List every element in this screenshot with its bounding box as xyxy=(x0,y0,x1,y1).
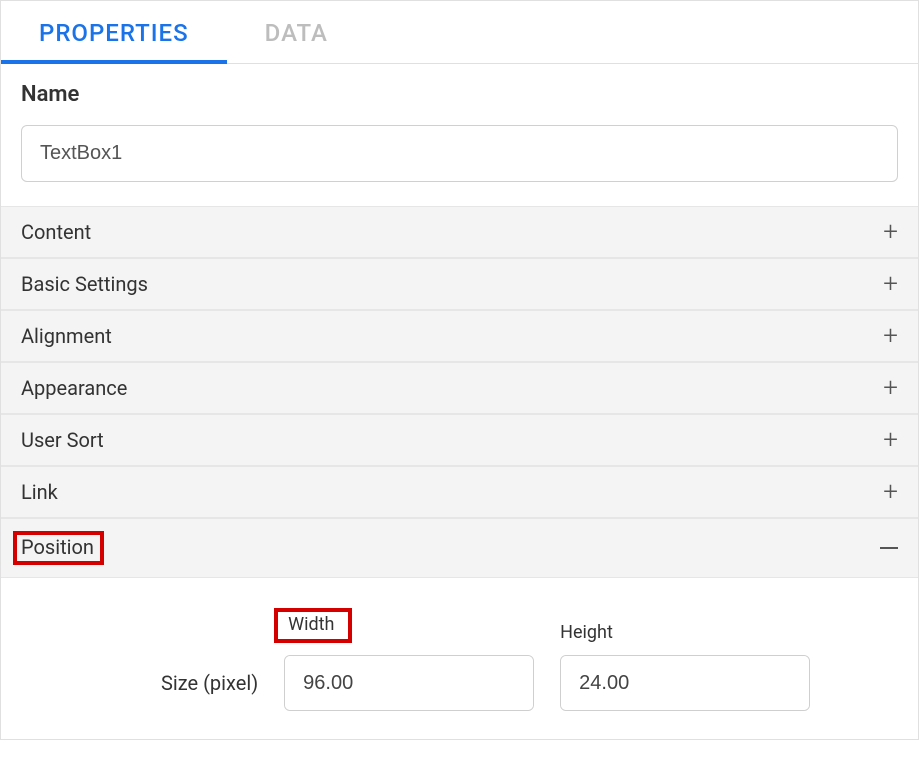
size-pixel-label: Size (pixel) xyxy=(161,671,258,711)
height-spinner xyxy=(560,655,810,711)
properties-panel: PROPERTIES DATA Name Content + Basic Set… xyxy=(0,0,919,740)
section-appearance: Appearance + xyxy=(1,362,918,414)
tab-data[interactable]: DATA xyxy=(227,1,366,63)
plus-icon: + xyxy=(883,271,898,297)
section-content-header[interactable]: Content + xyxy=(1,207,918,258)
width-label: Width xyxy=(274,608,352,643)
tab-bar: PROPERTIES DATA xyxy=(1,1,918,64)
minus-icon xyxy=(880,546,898,550)
section-appearance-header[interactable]: Appearance + xyxy=(1,363,918,414)
tab-properties[interactable]: PROPERTIES xyxy=(1,1,227,63)
section-link-header[interactable]: Link + xyxy=(1,467,918,518)
height-input[interactable] xyxy=(561,656,810,710)
section-link-label: Link xyxy=(21,480,58,504)
section-basic-settings-label: Basic Settings xyxy=(21,272,148,296)
section-alignment: Alignment + xyxy=(1,310,918,362)
plus-icon: + xyxy=(883,375,898,401)
section-position-header[interactable]: Position xyxy=(1,519,918,578)
name-section: Name xyxy=(1,64,918,206)
width-input[interactable] xyxy=(285,656,534,710)
position-body: Size (pixel) Width xyxy=(1,578,918,739)
width-label-wrap: Width xyxy=(274,608,534,643)
section-position-label: Position xyxy=(13,531,104,565)
section-appearance-label: Appearance xyxy=(21,376,127,400)
width-spinner xyxy=(284,655,534,711)
plus-icon: + xyxy=(883,323,898,349)
section-basic-settings-header[interactable]: Basic Settings + xyxy=(1,259,918,310)
section-position: Position Size (pixel) Width xyxy=(1,518,918,739)
section-content-label: Content xyxy=(21,220,91,244)
section-user-sort-label: User Sort xyxy=(21,428,104,452)
width-field: Width xyxy=(284,608,534,711)
name-input[interactable] xyxy=(21,125,898,182)
name-label: Name xyxy=(21,82,898,107)
section-content: Content + xyxy=(1,206,918,258)
height-field: Height xyxy=(560,622,810,711)
section-user-sort: User Sort + xyxy=(1,414,918,466)
section-alignment-header[interactable]: Alignment + xyxy=(1,311,918,362)
plus-icon: + xyxy=(883,427,898,453)
section-link: Link + xyxy=(1,466,918,518)
section-basic-settings: Basic Settings + xyxy=(1,258,918,310)
plus-icon: + xyxy=(883,219,898,245)
plus-icon: + xyxy=(883,479,898,505)
section-user-sort-header[interactable]: User Sort + xyxy=(1,415,918,466)
section-alignment-label: Alignment xyxy=(21,324,112,348)
height-label: Height xyxy=(560,622,810,643)
